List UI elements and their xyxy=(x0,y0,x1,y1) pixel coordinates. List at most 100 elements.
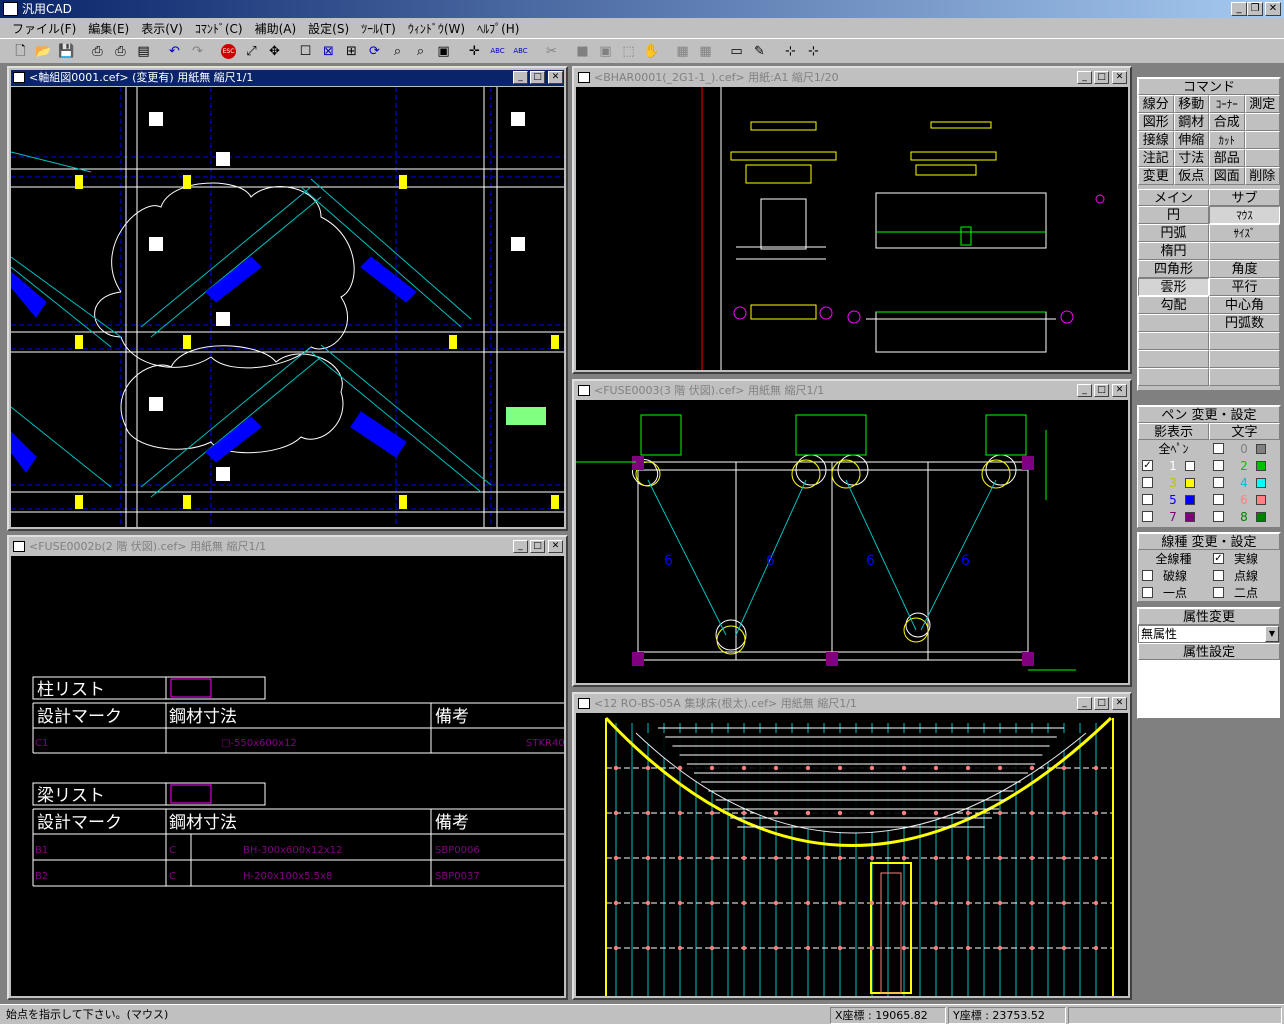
attribute-select[interactable]: 無属性 ▼ xyxy=(1138,625,1280,643)
menu-assist[interactable]: 補助(A) xyxy=(249,20,303,37)
rectangle-icon[interactable]: ☐ xyxy=(295,41,316,62)
maximize-button[interactable]: □ xyxy=(1094,71,1109,84)
zoom-fit-icon[interactable]: ⊠ xyxy=(318,41,339,62)
maximize-button[interactable]: □ xyxy=(530,71,545,84)
close-button[interactable]: ✕ xyxy=(1112,71,1127,84)
pen-8[interactable]: 8 xyxy=(1209,508,1280,525)
select-icon[interactable]: ⤢ xyxy=(241,41,262,62)
cmd-compose-button[interactable]: 合成 xyxy=(1209,113,1245,131)
cmd-dimension-button[interactable]: 寸法 xyxy=(1173,149,1209,167)
close-button[interactable]: ✕ xyxy=(548,71,563,84)
attribute-set-button[interactable]: 属性設定 xyxy=(1138,643,1280,660)
solid-checkbox[interactable]: ✓ xyxy=(1213,553,1224,564)
edit-icon[interactable]: ✎ xyxy=(749,41,770,62)
main-tab[interactable]: メイン xyxy=(1138,189,1209,206)
hand-icon[interactable]: ✋ xyxy=(641,41,662,62)
text-abc2-icon[interactable]: ABC xyxy=(510,41,531,62)
zoom-out-icon[interactable]: ⌕ xyxy=(410,41,431,62)
menu-tools[interactable]: ﾂｰﾙ(T) xyxy=(355,20,402,37)
move-cursor-icon[interactable]: ✥ xyxy=(264,41,285,62)
frame-icon[interactable]: ▣ xyxy=(595,41,616,62)
dotted-checkbox[interactable] xyxy=(1213,570,1224,581)
pen-5[interactable]: 5 xyxy=(1138,491,1209,508)
chain1-checkbox[interactable] xyxy=(1142,587,1153,598)
zoom-in-icon[interactable]: ⌕ xyxy=(387,41,408,62)
undo-icon[interactable]: ↶ xyxy=(164,41,185,62)
linetype-dashed[interactable]: 破線 xyxy=(1138,567,1209,584)
minimize-button[interactable]: _ xyxy=(1077,384,1092,397)
pen-5-checkbox[interactable] xyxy=(1142,494,1153,505)
pen-6[interactable]: 6 xyxy=(1209,491,1280,508)
dashed-checkbox[interactable] xyxy=(1142,570,1153,581)
menu-edit[interactable]: 編集(E) xyxy=(82,20,135,37)
main-arc-button[interactable]: 円弧 xyxy=(1138,224,1209,242)
cmd-move-button[interactable]: 移動 xyxy=(1173,95,1209,113)
sub-center-angle-button[interactable]: 中心角 xyxy=(1209,296,1280,314)
minimize-button[interactable]: _ xyxy=(1077,71,1092,84)
chain2-checkbox[interactable] xyxy=(1213,587,1224,598)
cmd-line-button[interactable]: 線分 xyxy=(1138,95,1174,113)
pointer-icon[interactable]: ✛ xyxy=(464,41,485,62)
pen-0-checkbox[interactable] xyxy=(1213,443,1224,454)
main-rectangle-button[interactable]: 四角形 xyxy=(1138,260,1209,278)
snap2-icon[interactable]: ⊹ xyxy=(803,41,824,62)
cmd-drawing-button[interactable]: 図面 xyxy=(1209,167,1245,185)
save-icon[interactable]: 💾 xyxy=(56,41,77,62)
pen-6-checkbox[interactable] xyxy=(1213,494,1224,505)
pen-7-checkbox[interactable] xyxy=(1142,511,1153,522)
plot-icon[interactable]: ▤ xyxy=(133,41,154,62)
minimize-button[interactable]: _ xyxy=(1077,697,1092,710)
pan-icon[interactable]: ▣ xyxy=(433,41,454,62)
sub-parallel-button[interactable]: 平行 xyxy=(1209,278,1280,296)
cmd-delete-button[interactable]: 削除 xyxy=(1244,167,1280,185)
restore-button[interactable]: ❐ xyxy=(1247,2,1263,16)
all-linetypes-button[interactable]: 全線種 xyxy=(1138,550,1209,567)
linetype-dotted[interactable]: 点線 xyxy=(1209,567,1280,584)
sub-tab[interactable]: サブ xyxy=(1209,189,1280,206)
pen-0[interactable]: 0 xyxy=(1209,440,1280,457)
minimize-button[interactable]: _ xyxy=(1231,2,1247,16)
main-ellipse-button[interactable]: 楕円 xyxy=(1138,242,1209,260)
zoom-window-icon[interactable]: ⊞ xyxy=(341,41,362,62)
drawing-canvas[interactable]: 柱リスト 設計マーク 鋼材寸法 備考 C1 □-550x600x12 STKR4… xyxy=(11,556,564,996)
redo-icon[interactable]: ↷ xyxy=(187,41,208,62)
cmd-change-button[interactable]: 変更 xyxy=(1138,167,1174,185)
drawing-canvas[interactable] xyxy=(11,87,564,527)
snap-icon[interactable]: ⊹ xyxy=(780,41,801,62)
pen-8-checkbox[interactable] xyxy=(1213,511,1224,522)
linetype-solid[interactable]: ✓ 実線 xyxy=(1209,550,1280,567)
close-button[interactable]: ✕ xyxy=(1112,384,1127,397)
window-axis-frame[interactable]: <軸組図0001.cef> (変更有) 用紙無 縮尺1/1 _ □ ✕ xyxy=(7,66,568,531)
zoom-area-icon[interactable]: ⬚ xyxy=(618,41,639,62)
escape-icon[interactable]: ESC xyxy=(218,41,239,62)
menu-view[interactable]: 表示(V) xyxy=(135,20,189,37)
maximize-button[interactable]: □ xyxy=(530,540,545,553)
cmd-stretch-button[interactable]: 伸縮 xyxy=(1173,131,1209,149)
pen-3[interactable]: 3 xyxy=(1138,474,1209,491)
window-fuse-3f[interactable]: <FUSE0003(3 階 伏図).cef> 用紙無 縮尺1/1 _ □ ✕ 6… xyxy=(572,379,1132,687)
cmd-temp-point-button[interactable]: 仮点 xyxy=(1173,167,1209,185)
drawing-canvas[interactable]: 6 6 6 6 xyxy=(576,400,1128,683)
new-icon[interactable]: 🗋 xyxy=(10,41,31,62)
pen-2-checkbox[interactable] xyxy=(1213,460,1224,471)
sub-arc-count-button[interactable]: 円弧数 xyxy=(1209,314,1280,332)
menu-help[interactable]: ﾍﾙﾌﾟ(H) xyxy=(471,20,525,37)
pen-1-checkbox[interactable]: ✓ xyxy=(1142,460,1153,471)
close-button[interactable]: ✕ xyxy=(1265,2,1281,16)
main-slope-button[interactable]: 勾配 xyxy=(1138,296,1209,314)
minimize-button[interactable]: _ xyxy=(513,540,528,553)
cmd-part-button[interactable]: 部品 xyxy=(1209,149,1245,167)
fill-icon[interactable]: ■ xyxy=(572,41,593,62)
cmd-measure-button[interactable]: 測定 xyxy=(1244,95,1280,113)
text-abc-icon[interactable]: ABC xyxy=(487,41,508,62)
cmd-corner-button[interactable]: ｺｰﾅｰ xyxy=(1209,95,1245,113)
maximize-button[interactable]: □ xyxy=(1094,384,1109,397)
close-button[interactable]: ✕ xyxy=(548,540,563,553)
menu-command[interactable]: ｺﾏﾝﾄﾞ(C) xyxy=(189,20,249,37)
all-pens-button[interactable]: 全ﾍﾟﾝ xyxy=(1138,440,1209,457)
minimize-button[interactable]: _ xyxy=(513,71,528,84)
print-preview-icon[interactable]: ⎙ xyxy=(110,41,131,62)
sub-mouse-button[interactable]: ﾏｳｽ xyxy=(1209,206,1280,224)
cmd-shape-button[interactable]: 図形 xyxy=(1138,113,1174,131)
print-icon[interactable]: ⎙ xyxy=(87,41,108,62)
